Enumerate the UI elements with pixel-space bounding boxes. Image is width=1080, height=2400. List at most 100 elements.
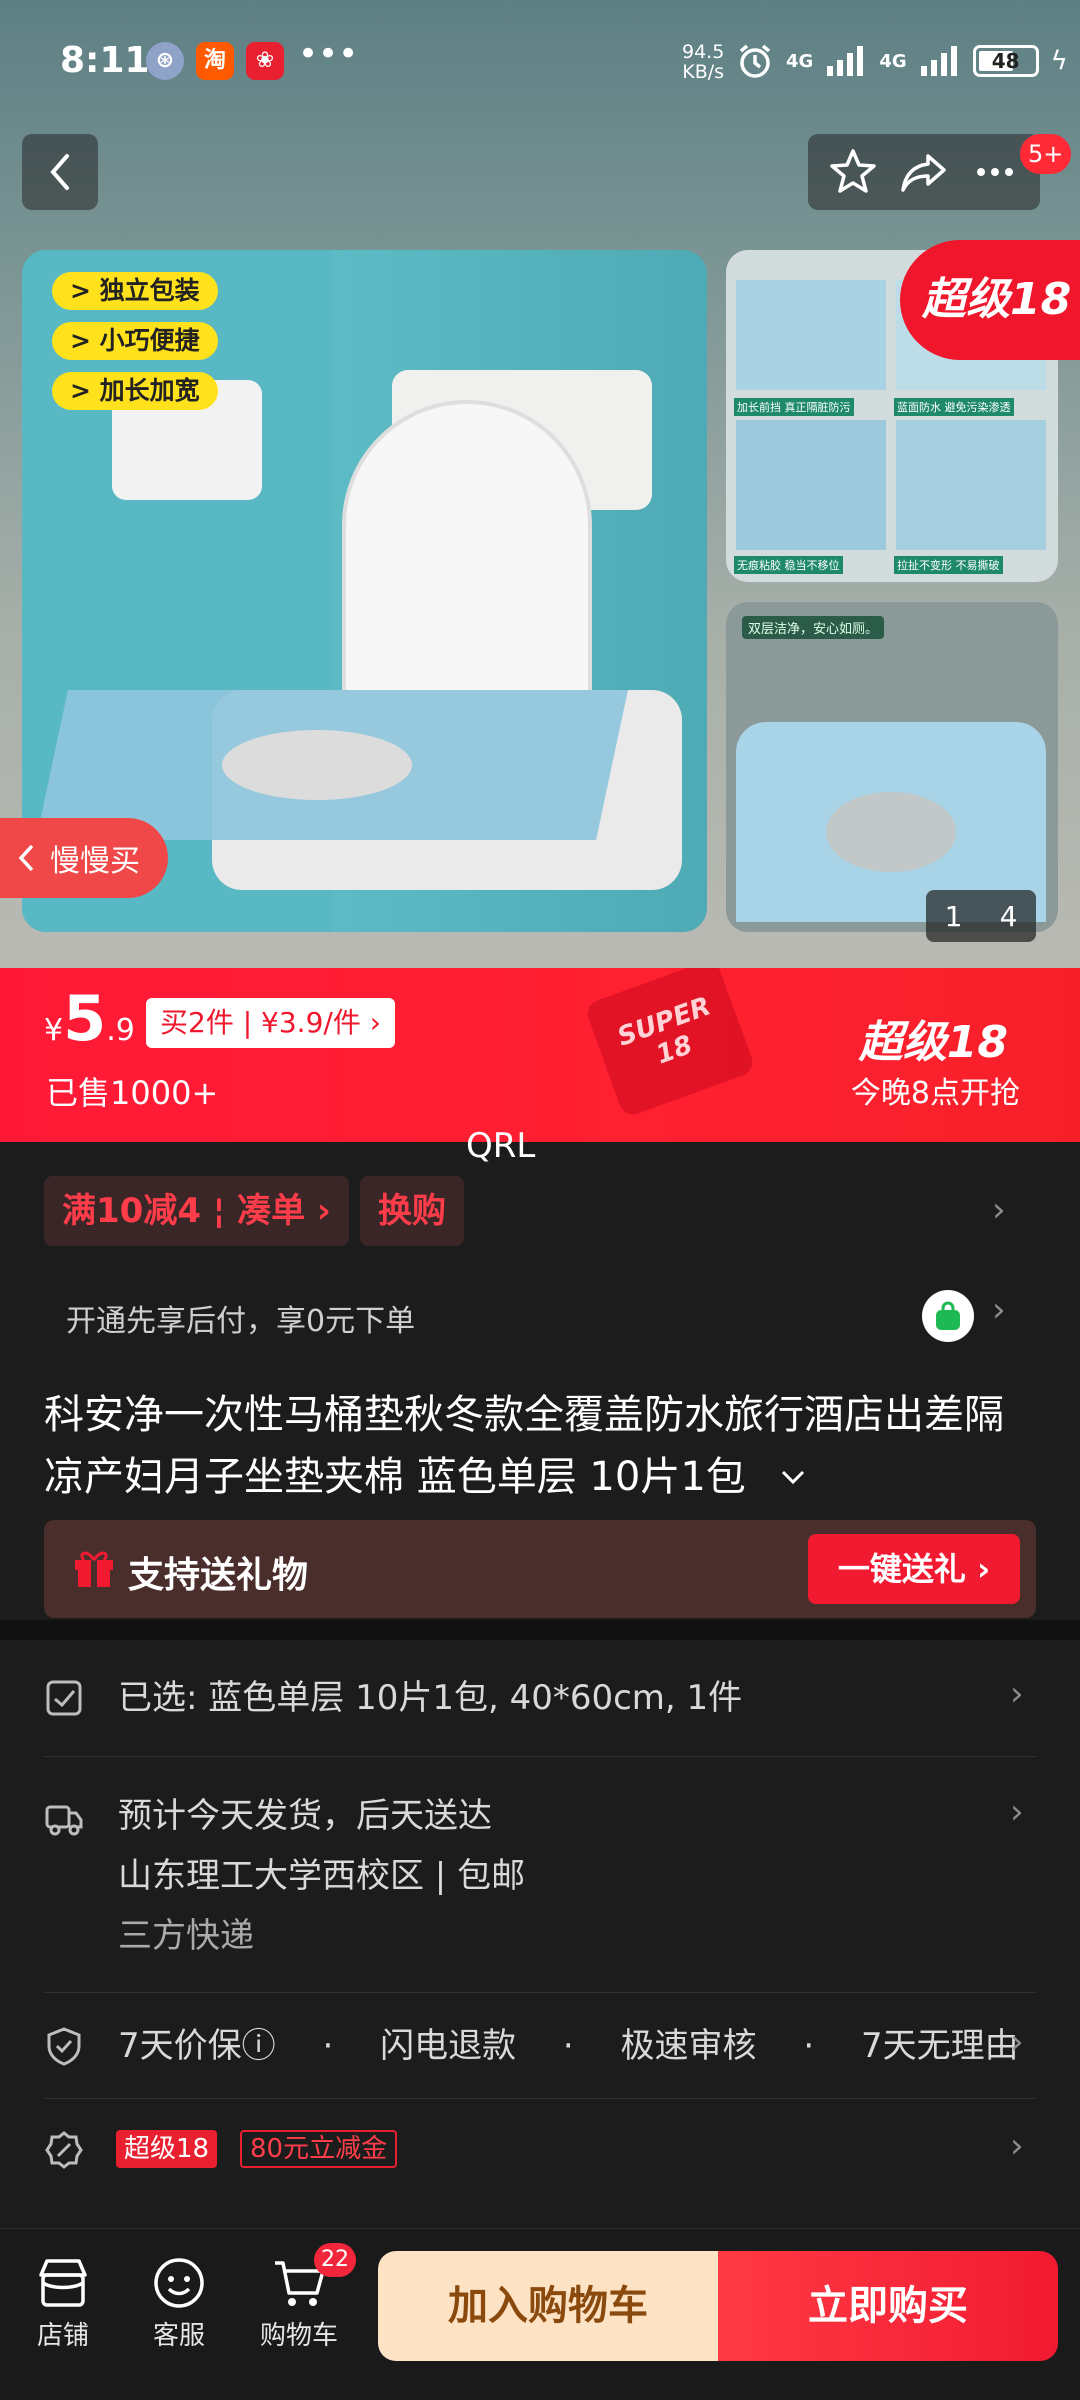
thumb-caption-2: 蓝面防水 避免污染渗透: [894, 398, 1014, 416]
product-page: 8:11 ⊛ 淘 ❀ ••• 94.5 KB/s 4G 4G 48 ϟ 5+ >…: [0, 0, 1080, 2400]
slow-buy-label: 慢慢买: [50, 844, 140, 879]
alarm-icon: [739, 44, 771, 78]
more-notifications-icon: •••: [298, 34, 359, 74]
discount-badge-icon: [45, 2131, 83, 2169]
exchange-buy-tag[interactable]: 换购: [360, 1176, 464, 1246]
pay-later-icon[interactable]: [922, 1290, 974, 1342]
slow-buy-button[interactable]: 慢慢买: [0, 818, 168, 898]
pager-total: 4: [999, 899, 1018, 933]
price: ¥ 5 .9: [44, 982, 135, 1055]
gift-app-icon: ❀: [246, 42, 284, 80]
customer-service-label: 客服: [152, 2321, 205, 2351]
service-guarantees[interactable]: 7天价保ⓘ · 闪电退款 · 极速审核 · 7天无理由: [118, 2018, 1018, 2067]
product-title[interactable]: 科安净一次性马桶垫秋冬款全覆盖防水旅行酒店出差隔凉产妇月子坐垫夹棉 蓝色单层 1…: [44, 1384, 1034, 1508]
chat-face-icon: [154, 2258, 204, 2308]
shop-label: 店铺: [36, 2321, 89, 2351]
spec-chevron-icon: ›: [1010, 1674, 1024, 1714]
price-banner: SUPER 18 ¥ 5 .9 买2件 | ¥3.9/件 › 已售1000+ 超…: [0, 968, 1080, 1142]
service-fast-review: 极速审核: [620, 2026, 757, 2066]
super18-promo-badge: 超级18: [900, 240, 1080, 360]
thumb-caption-5: 双层洁净，安心如厕。: [742, 616, 885, 639]
truck-icon: [45, 1805, 83, 1836]
battery-level: 48: [991, 49, 1020, 73]
service-dot: ·: [562, 2026, 574, 2066]
signal-2-label: 4G: [879, 50, 907, 72]
selected-spec-row[interactable]: 已选: 蓝色单层 10片1包, 40*60cm, 1件 ›: [44, 1668, 1036, 1728]
sold-count: 已售1000+: [46, 1074, 219, 1112]
super18-coupon-tag[interactable]: 超级18: [116, 2130, 218, 2168]
add-to-cart-button[interactable]: 加入购物车: [378, 2251, 718, 2361]
cart-tab[interactable]: 购物车 22: [244, 2243, 356, 2352]
thumb-cover-4: [896, 420, 1046, 550]
expand-chevron-icon[interactable]: [775, 1466, 811, 1490]
customer-service-tab[interactable]: 客服: [124, 2251, 234, 2352]
shipping-chevron-icon: ›: [1010, 1792, 1024, 1832]
selected-spec-text: 已选: 蓝色单层 10片1包, 40*60cm, 1件: [118, 1678, 743, 1718]
thumb-caption-4: 拉扯不变形 不易撕破: [894, 556, 1003, 574]
section-separator: [0, 1620, 1080, 1640]
coupons-chevron-icon: ›: [1010, 2126, 1024, 2166]
shield-check-icon: [47, 2027, 81, 2066]
thumb-caption-1: 加长前挡 真正隔脏防污: [734, 398, 854, 416]
pay-later-chevron-icon: ›: [992, 1290, 1006, 1330]
header-actions: [808, 134, 1040, 210]
shopping-bag-icon: [936, 1301, 960, 1330]
service-dot: ·: [803, 2026, 815, 2066]
price-currency: ¥: [44, 1013, 64, 1048]
status-time: 8:11: [60, 40, 150, 81]
pager-current: 1: [944, 899, 963, 933]
shipping-estimate: 预计今天发货，后天送达: [118, 1796, 492, 1836]
seat-cover-hole: [222, 730, 412, 800]
network-speed-value: 94.5: [682, 41, 725, 63]
product-title-text: 科安净一次性马桶垫秋冬款全覆盖防水旅行酒店出差隔凉产妇月子坐垫夹棉 蓝色单层 1…: [44, 1392, 1004, 1500]
thumbnail-image-2[interactable]: 双层洁净，安心如厕。: [726, 602, 1058, 932]
price-decimal: .9: [106, 1013, 135, 1048]
cart-count-badge: 22: [314, 2243, 356, 2277]
gift-box-icon: [75, 1551, 113, 1587]
super18-deco-text: SUPER 18: [613, 991, 715, 1071]
shop-icon: [39, 2259, 87, 2307]
favorite-star-icon[interactable]: [827, 146, 879, 198]
divider: [44, 2098, 1036, 2099]
spec-check-icon: [46, 1680, 82, 1716]
signal-bars-2-icon: [920, 46, 957, 76]
price-integer: 5: [63, 982, 107, 1055]
chevron-left-icon: [50, 154, 69, 190]
shop-tab[interactable]: 店铺: [8, 2251, 118, 2352]
thumb-seat-hole: [826, 792, 956, 872]
promo-row[interactable]: 满10减4 ¦ 凑单 › 换购 ›: [44, 1176, 1044, 1246]
divider: [44, 1756, 1036, 1757]
pay-later-text[interactable]: 开通先享后付，享0元下单: [66, 1296, 415, 1340]
cash-discount-tag[interactable]: 80元立减金: [240, 2130, 398, 2168]
gift-bar: 支持送礼物 一键送礼 ›: [44, 1520, 1036, 1618]
thumb-cover-3: [736, 420, 886, 550]
discount-tag[interactable]: 满10减4 ¦ 凑单 ›: [44, 1176, 349, 1246]
buy-now-button[interactable]: 立即购买: [718, 2251, 1058, 2361]
event-subtitle: 今晚8点开抢: [850, 1076, 1020, 1111]
chevron-right-icon: ›: [992, 1190, 1006, 1230]
back-button[interactable]: [22, 134, 98, 210]
signal-bars-icon: [827, 46, 864, 76]
super18-deco-tag: SUPER 18: [583, 968, 757, 1119]
shipping-row[interactable]: 预计今天发货，后天送达 山东理工大学西校区 | 包邮 三方快递 ›: [44, 1786, 1036, 1966]
send-gift-button[interactable]: 一键送礼 ›: [808, 1534, 1020, 1604]
notification-badge: 5+: [1020, 134, 1072, 174]
service-dot: ·: [322, 2026, 334, 2066]
feature-tag-3: > 加长加宽: [52, 372, 218, 410]
toilet-lid: [342, 400, 592, 730]
event-title: 超级18: [858, 1017, 1008, 1068]
cart-label: 购物车: [259, 2321, 338, 2351]
feature-tag-2: > 小巧便捷: [52, 322, 218, 360]
overlay-text: QRL: [466, 1126, 536, 1166]
status-right: 4G 4G 48 ϟ: [736, 40, 1068, 82]
taobao-app-icon: 淘: [196, 42, 234, 80]
share-icon[interactable]: [898, 146, 950, 198]
service-price-protect: 7天价保ⓘ: [118, 2026, 276, 2066]
multi-buy-offer[interactable]: 买2件 | ¥3.9/件 ›: [146, 998, 395, 1048]
image-pager: 1 4: [926, 890, 1036, 942]
feature-tag-1: > 独立包装: [52, 272, 218, 310]
thumb-caption-3: 无痕粘胶 稳当不移位: [734, 556, 843, 574]
product-gallery[interactable]: 8:11 ⊛ 淘 ❀ ••• 94.5 KB/s 4G 4G 48 ϟ 5+ >…: [0, 0, 1080, 968]
more-options-icon[interactable]: [969, 146, 1021, 198]
steering-wheel-icon: ⊛: [146, 42, 184, 80]
